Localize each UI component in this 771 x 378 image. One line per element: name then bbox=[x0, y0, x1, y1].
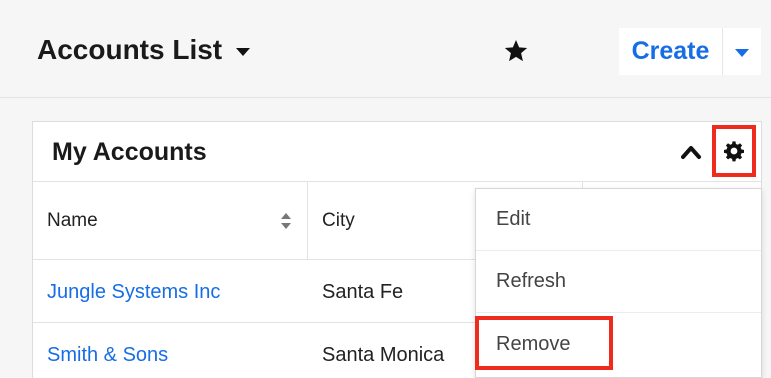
dashlet-header: My Accounts bbox=[33, 122, 761, 182]
menu-item-refresh[interactable]: Refresh bbox=[476, 251, 761, 313]
page-title[interactable]: Accounts List bbox=[37, 34, 251, 66]
remove-highlight bbox=[475, 316, 613, 370]
dashlet-settings-button[interactable] bbox=[712, 125, 756, 177]
star-icon[interactable] bbox=[503, 38, 529, 64]
column-header-label: Name bbox=[47, 210, 98, 231]
sort-icon[interactable] bbox=[279, 211, 293, 231]
gear-icon bbox=[724, 141, 744, 162]
column-header-name[interactable]: Name bbox=[33, 182, 308, 260]
create-dropdown-toggle[interactable] bbox=[723, 28, 761, 75]
page-title-label: Accounts List bbox=[37, 34, 223, 65]
chevron-down-icon[interactable] bbox=[236, 48, 251, 56]
create-button[interactable]: Create bbox=[619, 28, 723, 75]
account-name-link[interactable]: Jungle Systems Inc bbox=[47, 261, 220, 323]
column-header-label: City bbox=[322, 210, 355, 231]
menu-item-edit[interactable]: Edit bbox=[476, 189, 761, 251]
account-name-link[interactable]: Smith & Sons bbox=[47, 324, 168, 378]
page-header: Accounts List Create bbox=[0, 0, 771, 98]
account-city: Santa Fe bbox=[322, 280, 404, 303]
chevron-up-icon[interactable] bbox=[680, 143, 702, 161]
chevron-down-icon bbox=[735, 48, 749, 57]
create-button-group: Create bbox=[619, 28, 761, 75]
account-city: Santa Monica bbox=[322, 343, 445, 366]
dashlet-title: My Accounts bbox=[52, 138, 207, 166]
